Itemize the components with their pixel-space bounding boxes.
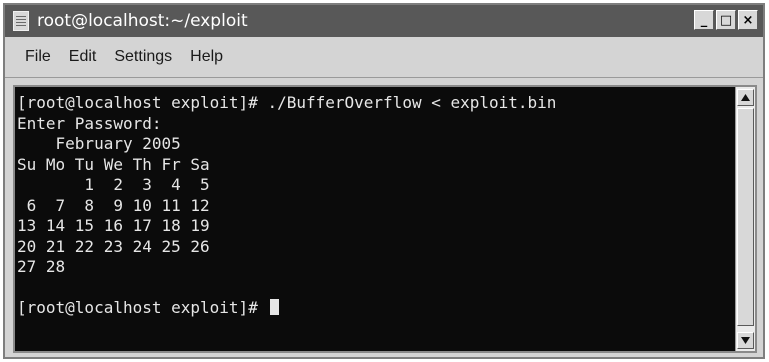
terminal-icon[interactable] <box>13 11 29 31</box>
terminal-line: 27 28 <box>17 257 66 276</box>
terminal-frame: [root@localhost exploit]# ./BufferOverfl… <box>13 85 757 353</box>
terminal-line: [root@localhost exploit]# ./BufferOverfl… <box>17 93 557 112</box>
window-title: root@localhost:~/exploit <box>37 11 248 31</box>
terminal-line: February 2005 <box>17 134 181 153</box>
menu-file[interactable]: File <box>25 48 51 66</box>
menu-edit[interactable]: Edit <box>69 48 97 66</box>
window-controls: _ □ × <box>694 10 758 30</box>
maximize-button[interactable]: □ <box>716 10 736 30</box>
minimize-button[interactable]: _ <box>694 10 714 30</box>
scroll-down-button[interactable] <box>737 332 754 349</box>
terminal-line: 13 14 15 16 17 18 19 <box>17 216 210 235</box>
terminal-prompt: [root@localhost exploit]# <box>17 298 268 317</box>
vertical-scrollbar[interactable] <box>735 87 755 351</box>
menu-settings[interactable]: Settings <box>114 48 172 66</box>
terminal-line: 6 7 8 9 10 11 12 <box>17 195 210 215</box>
terminal-window: root@localhost:~/exploit _ □ × File Edit… <box>3 3 765 359</box>
text-cursor <box>270 299 280 315</box>
scroll-thumb[interactable] <box>737 108 754 326</box>
arrow-up-icon <box>741 94 750 101</box>
terminal-line: Enter Password: <box>17 113 162 133</box>
terminal-line: 1 2 3 4 5 <box>17 175 210 194</box>
close-button[interactable]: × <box>738 10 758 30</box>
scroll-up-button[interactable] <box>737 89 754 106</box>
arrow-down-icon <box>741 337 750 344</box>
menu-help[interactable]: Help <box>190 48 223 66</box>
terminal-prompt-line: [root@localhost exploit]# <box>17 298 735 319</box>
menu-bar: File Edit Settings Help <box>5 37 763 78</box>
title-bar[interactable]: root@localhost:~/exploit _ □ × <box>5 5 763 37</box>
terminal-line: Su Mo Tu We Th Fr Sa <box>17 154 210 174</box>
terminal-output[interactable]: [root@localhost exploit]# ./BufferOverfl… <box>15 87 735 351</box>
terminal-line: 20 21 22 23 24 25 26 <box>17 236 210 256</box>
